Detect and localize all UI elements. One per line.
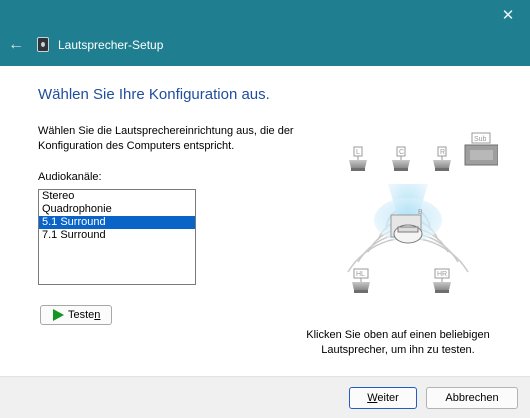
subwoofer-label: Sub (474, 136, 487, 143)
next-button[interactable]: Weiter (349, 387, 417, 409)
cancel-button[interactable]: Abbrechen (426, 387, 518, 409)
rear-right-speaker[interactable]: HR (433, 268, 451, 293)
center-speaker[interactable]: C (392, 146, 410, 171)
test-label-text: Teste (68, 309, 95, 321)
wizard-content: Wählen Sie Ihre Konfiguration aus. Wähle… (0, 66, 530, 376)
title-bar: ✕ ← Lautsprecher-Setup (0, 0, 530, 66)
test-label-mnemonic: n (94, 309, 101, 321)
test-button[interactable]: Testen (40, 305, 112, 325)
channel-option-5-1-surround[interactable]: 5.1 Surround (39, 216, 195, 229)
front-right-label: R (440, 149, 445, 156)
channel-option-stereo[interactable]: Stereo (39, 190, 195, 203)
rear-left-speaker[interactable]: HL (352, 268, 370, 293)
back-button[interactable]: ← (6, 35, 26, 55)
listener-label: B (418, 209, 423, 216)
listener-icon (393, 224, 423, 244)
wizard-footer: Weiter Abbrechen (0, 376, 530, 418)
instruction-text: Wählen Sie die Lautsprechereinrichtung a… (38, 125, 294, 152)
channel-option-7-1-surround[interactable]: 7.1 Surround (39, 229, 195, 242)
audio-channels-label: Audiokanäle: (38, 171, 102, 183)
front-left-speaker[interactable]: L (349, 146, 367, 171)
play-icon (53, 309, 64, 321)
speaker-diagram: B L C R Sub HL HR (347, 132, 498, 293)
test-button-label: Testen (68, 309, 100, 321)
center-label: C (399, 149, 404, 156)
front-left-label: L (356, 149, 360, 156)
page-heading: Wählen Sie Ihre Konfiguration aus. (38, 86, 270, 103)
next-label-mnemonic: W (367, 392, 378, 404)
speaker-icon (37, 37, 49, 52)
window-title: Lautsprecher-Setup (58, 38, 164, 52)
audio-channels-listbox[interactable]: Stereo Quadrophonie 5.1 Surround 7.1 Sur… (38, 189, 196, 285)
subwoofer-speaker[interactable]: Sub (464, 132, 498, 166)
channel-option-quadrophonie[interactable]: Quadrophonie (39, 203, 195, 216)
rear-left-label: HL (356, 271, 365, 278)
close-button[interactable]: ✕ (496, 4, 520, 28)
front-right-speaker[interactable]: R (433, 146, 451, 171)
arrow-left-icon: ← (8, 36, 24, 53)
next-label-rest: eiter (377, 392, 399, 404)
rear-right-label: HR (437, 271, 447, 278)
test-hint-text: Klicken Sie oben auf einen beliebigen La… (306, 329, 490, 356)
close-icon: ✕ (501, 7, 515, 24)
